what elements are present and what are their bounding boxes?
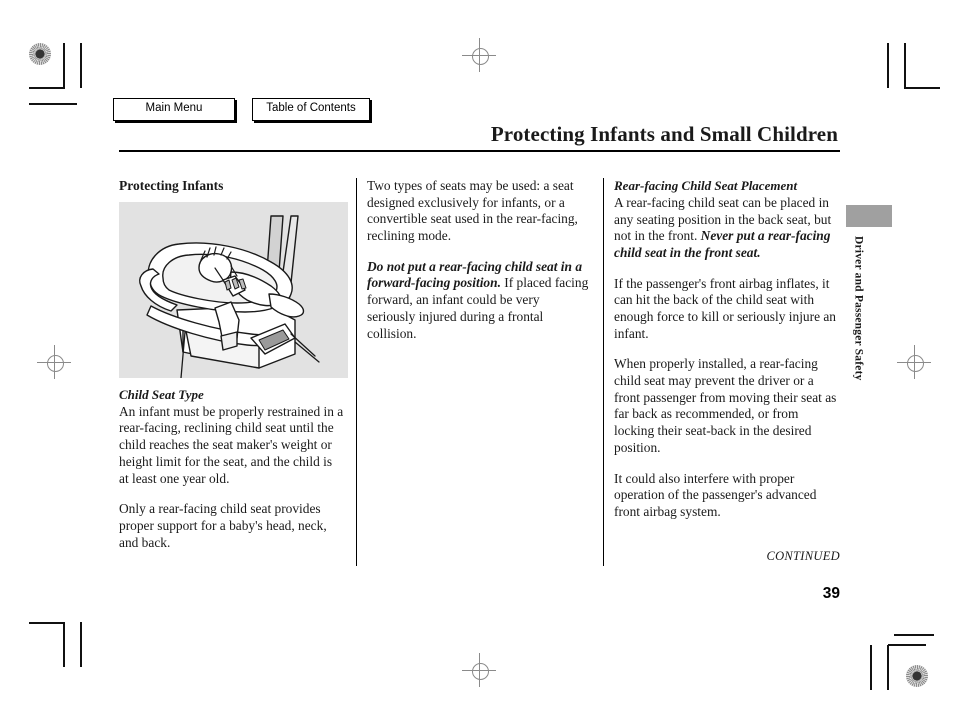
crop-mark-top-left-horizontal <box>29 87 65 89</box>
column3-paragraph-2: If the passenger's front airbag inflates… <box>614 275 837 341</box>
column3-paragraph-4: It could also interfere with proper oper… <box>614 470 817 519</box>
crop-mark-top-right-horizontal <box>904 87 940 89</box>
side-thumb-tab: Driver and Passenger Safety <box>846 205 892 381</box>
crop-mark-top-left-vertical <box>63 43 65 88</box>
main-menu-button[interactable]: Main Menu <box>113 98 235 121</box>
crop-mark-bottom-left-horizontal <box>29 622 65 624</box>
child-seat-illustration <box>119 201 348 378</box>
page-header: Protecting Infants and Small Children <box>119 122 840 153</box>
crop-mark-bottom-right-horizontal <box>888 644 926 646</box>
section-title-protecting-infants: Protecting Infants <box>119 178 224 193</box>
column3-paragraph-3: When properly installed, a rear-facing c… <box>614 356 837 455</box>
content-columns: Protecting Infants Child Seat Type An in… <box>119 178 840 566</box>
column-1: Protecting Infants Child Seat Type An in… <box>119 178 356 566</box>
registration-crosshair-left-center <box>37 345 71 379</box>
column1-paragraph-2: Only a rear-facing child seat provides p… <box>119 501 327 550</box>
crop-mark-bottom-right-horizontal-outer <box>894 634 934 636</box>
column1-paragraph-1: An infant must be properly restrained in… <box>119 403 344 486</box>
page-title: Protecting Infants and Small Children <box>490 122 838 146</box>
crop-mark-top-left-horizontal-outer <box>29 103 77 105</box>
header-rule <box>119 150 840 153</box>
registration-target-top-left <box>29 43 51 65</box>
child-seat-illustration-svg <box>119 201 348 378</box>
manual-page: { "nav": { "main_menu": "Main Menu", "ta… <box>0 0 954 710</box>
column2-paragraph-1: Two types of seats may be used: a seat d… <box>367 178 578 244</box>
column-2: Two types of seats may be used: a seat d… <box>356 178 603 566</box>
crop-mark-bottom-left-vertical <box>63 622 65 667</box>
crop-mark-bottom-left-vertical-outer <box>80 622 82 667</box>
continued-label: CONTINUED <box>766 549 840 563</box>
crop-mark-top-right-vertical <box>887 43 889 88</box>
crop-mark-bottom-right-vertical-outer <box>870 645 872 690</box>
subtitle-child-seat-type: Child Seat Type <box>119 386 204 402</box>
page-number: 39 <box>822 585 840 602</box>
column2-paragraph-2: Do not put a rear-facing child seat in a… <box>367 259 591 342</box>
side-tab-label: Driver and Passenger Safety <box>852 236 865 381</box>
registration-crosshair-bottom-center <box>462 653 496 687</box>
registration-crosshair-top-center <box>462 38 496 72</box>
column3-paragraph-1: A rear-facing child seat can be placed i… <box>614 195 840 262</box>
crop-mark-top-left-vertical-outer <box>80 43 82 88</box>
subtitle-rear-facing-placement: Rear-facing Child Seat Placement <box>614 178 798 193</box>
side-tab-marker <box>846 205 892 227</box>
table-of-contents-button[interactable]: Table of Contents <box>252 98 370 121</box>
registration-crosshair-right-center <box>897 345 931 379</box>
registration-target-bottom-right <box>906 665 928 687</box>
column-3: Rear-facing Child Seat Placement A rear-… <box>603 178 840 566</box>
navigation-bar: Main Menu Table of Contents <box>113 98 370 121</box>
crop-mark-bottom-right-vertical <box>887 645 889 690</box>
crop-mark-top-right-vertical-outer <box>904 43 906 88</box>
